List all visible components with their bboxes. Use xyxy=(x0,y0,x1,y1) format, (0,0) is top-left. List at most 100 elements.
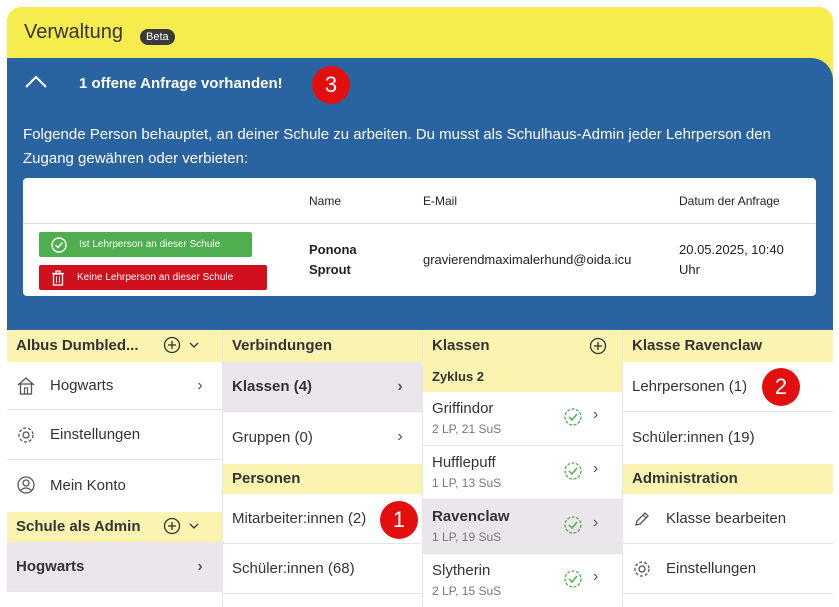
pending-request-headline: 1 offene Anfrage vorhanden! xyxy=(79,75,283,92)
class-detail-heading: Klasse Ravenclaw xyxy=(632,337,763,354)
check-circle-icon xyxy=(564,516,582,534)
request-name-cell: Ponona Sprout xyxy=(309,242,357,277)
sidebar-item-hogwarts[interactable]: Hogwarts › xyxy=(7,362,222,410)
page-title: Verwaltung xyxy=(24,21,123,43)
nav-item-lehrpersonen[interactable]: Lehrpersonen (1) xyxy=(623,362,833,412)
house-icon xyxy=(16,376,38,396)
cycle-header: Zyklus 2 xyxy=(423,362,622,392)
pencil-icon xyxy=(632,509,654,529)
administration-header: Administration xyxy=(623,464,833,494)
class-item-hufflepuff[interactable]: Hufflepuff 1 LP, 13 SuS › xyxy=(423,446,622,500)
approve-teacher-button[interactable]: Ist Lehrperson an dieser Schule xyxy=(39,232,252,257)
beta-badge: Beta xyxy=(140,29,175,45)
trash-icon xyxy=(52,269,64,286)
class-name: Slytherin xyxy=(432,562,491,579)
nav-item-label: Klassen (4) xyxy=(232,378,313,395)
pending-request-description: Folgende Person behauptet, an deiner Sch… xyxy=(23,126,771,167)
user-circle-icon xyxy=(16,475,38,495)
user-header-actions xyxy=(163,336,201,354)
nav-item-schueler-klasse[interactable]: Schüler:innen (19) xyxy=(623,412,833,462)
request-email-cell: gravierendmaximalerhund@oida.icu xyxy=(423,252,632,267)
sidebar-item-einstellungen[interactable]: Einstellungen xyxy=(7,410,222,460)
nav-item-klassen[interactable]: Klassen (4) › xyxy=(223,362,422,412)
nav-item-gruppen[interactable]: Gruppen (0) › xyxy=(223,412,422,462)
sidebar-item-label: Hogwarts xyxy=(50,377,114,394)
column-verbindungen: Verbindungen Klassen (4) › Gruppen (0) ›… xyxy=(223,330,423,607)
gear-icon xyxy=(16,425,38,445)
class-meta: 2 LP, 21 SuS xyxy=(432,422,502,436)
add-circle-icon[interactable] xyxy=(163,336,181,354)
request-table: Name E-Mail Datum der Anfrage Ist Lehrpe… xyxy=(23,178,816,296)
request-date-cell: 20.05.2025, 10:40 Uhr xyxy=(679,242,784,277)
chevron-right-icon: › xyxy=(397,377,403,395)
class-name: Griffindor xyxy=(432,400,494,417)
gear-icon xyxy=(632,559,654,579)
table-divider xyxy=(23,223,816,224)
personen-heading: Personen xyxy=(232,470,301,487)
reject-teacher-label: Keine Lehrperson an dieser Schule xyxy=(77,272,234,283)
collapse-chevron-up-icon[interactable] xyxy=(21,70,51,94)
pending-request-panel: 1 offene Anfrage vorhanden! 3 Folgende P… xyxy=(7,58,833,332)
column-header-date: Datum der Anfrage xyxy=(679,194,780,208)
sidebar-item-label: Mein Konto xyxy=(50,476,126,494)
chevron-right-icon: › xyxy=(593,406,599,423)
annotation-badge-2: 2 xyxy=(762,368,800,406)
nav-item-klasse-bearbeiten[interactable]: Klasse bearbeiten xyxy=(623,494,833,544)
chevron-right-icon: › xyxy=(197,376,203,394)
cycle-heading: Zyklus 2 xyxy=(432,369,485,384)
administration-heading: Administration xyxy=(632,470,738,487)
class-item-ravenclaw[interactable]: Ravenclaw 1 LP, 19 SuS › xyxy=(423,500,622,554)
chevron-down-icon[interactable] xyxy=(187,519,201,533)
nav-item-label: Gruppen (0) xyxy=(232,428,313,446)
verbindungen-heading: Verbindungen xyxy=(232,337,333,354)
nav-item-label: Lehrpersonen (1) xyxy=(632,378,748,395)
reject-teacher-button[interactable]: Keine Lehrperson an dieser Schule xyxy=(39,265,267,290)
app-frame: Verwaltung Beta 1 offene Anfrage vorhand… xyxy=(7,7,833,607)
class-detail-header: Klasse Ravenclaw xyxy=(623,330,833,362)
approve-teacher-label: Ist Lehrperson an dieser Schule xyxy=(79,239,221,250)
verbindungen-header: Verbindungen xyxy=(223,330,422,362)
column-klasse-detail: Klasse Ravenclaw Lehrpersonen (1) 2 Schü… xyxy=(623,330,833,607)
check-circle-icon xyxy=(564,570,582,588)
class-name: Hufflepuff xyxy=(432,454,496,471)
add-circle-icon[interactable] xyxy=(163,517,181,535)
nav-item-label: Einstellungen xyxy=(666,560,757,577)
chevron-right-icon: › xyxy=(197,557,203,575)
school-admin-actions xyxy=(163,517,201,535)
check-circle-icon xyxy=(564,408,582,426)
user-name-heading: Albus Dumbled... xyxy=(16,337,139,354)
top-bar: Verwaltung Beta xyxy=(7,7,833,59)
annotation-badge-3: 3 xyxy=(312,66,350,104)
nav-item-label: Klasse bearbeiten xyxy=(666,510,787,527)
nav-item-klasse-einstellungen[interactable]: Einstellungen xyxy=(623,544,833,594)
column-header-name: Name xyxy=(309,194,342,208)
check-circle-icon xyxy=(564,462,582,480)
sidebar-item-label: Einstellungen xyxy=(50,426,141,443)
school-admin-heading: Schule als Admin xyxy=(16,518,141,535)
klassen-heading: Klassen xyxy=(432,337,490,354)
column-klassen: Klassen Zyklus 2 Griffindor 2 LP, 21 SuS… xyxy=(423,330,623,607)
chevron-right-icon: › xyxy=(593,514,599,531)
nav-item-label: Schüler:innen (68) xyxy=(232,560,355,577)
class-item-slytherin[interactable]: Slytherin 2 LP, 15 SuS › xyxy=(423,554,622,607)
class-meta: 1 LP, 13 SuS xyxy=(432,476,502,490)
chevron-down-icon[interactable] xyxy=(187,338,201,352)
navigation-columns: Albus Dumbled... Hogwarts › Einstellunge… xyxy=(7,330,833,607)
chevron-right-icon: › xyxy=(593,460,599,477)
column-user: Albus Dumbled... Hogwarts › Einstellunge… xyxy=(7,330,223,607)
class-meta: 2 LP, 15 SuS xyxy=(432,584,502,598)
nav-item-label: Schüler:innen (19) xyxy=(632,428,755,446)
chevron-right-icon: › xyxy=(397,428,403,445)
personen-header: Personen xyxy=(223,464,422,494)
sidebar-item-mein-konto[interactable]: Mein Konto xyxy=(7,460,222,510)
chevron-right-icon: › xyxy=(593,568,599,585)
class-item-griffindor[interactable]: Griffindor 2 LP, 21 SuS › xyxy=(423,392,622,446)
column-header-email: E-Mail xyxy=(423,194,458,208)
annotation-badge-1: 1 xyxy=(380,501,418,539)
add-class-icon[interactable] xyxy=(589,337,607,355)
sidebar-item-label: Hogwarts xyxy=(16,558,85,575)
nav-item-schueler[interactable]: Schüler:innen (68) xyxy=(223,544,422,594)
class-name: Ravenclaw xyxy=(432,508,510,525)
check-circle-icon xyxy=(51,236,67,253)
sidebar-item-school-hogwarts[interactable]: Hogwarts › xyxy=(7,542,222,592)
